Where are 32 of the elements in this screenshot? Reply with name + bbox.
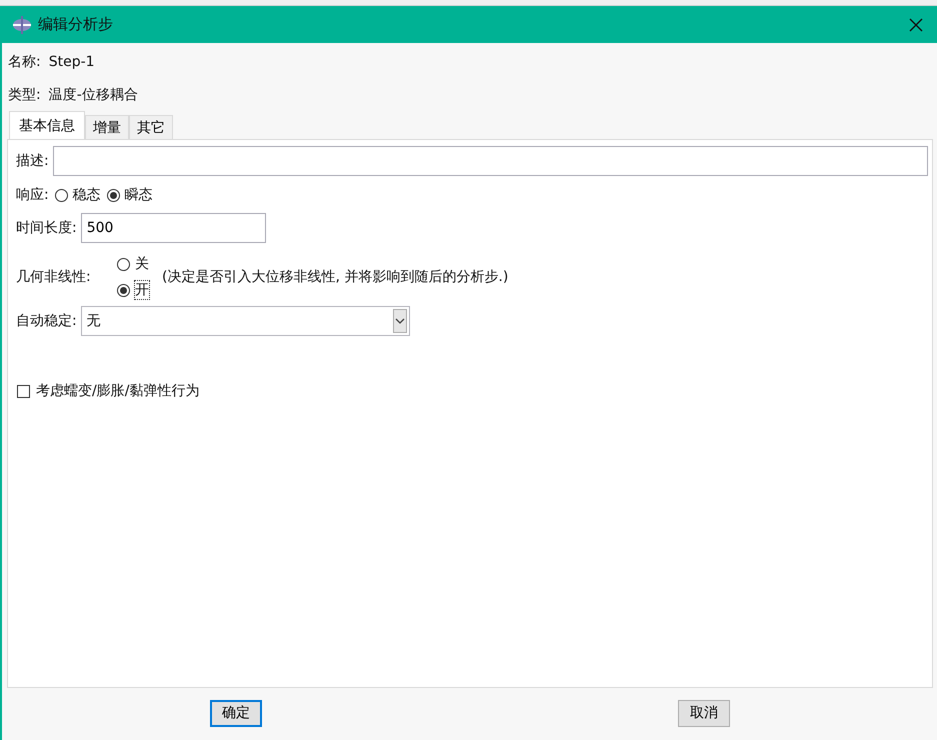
response-label: 响应: xyxy=(16,186,49,204)
dropdown-icon[interactable] xyxy=(392,309,407,333)
radio-label: 瞬态 xyxy=(124,186,153,204)
app-icon xyxy=(12,14,32,34)
radio-button[interactable] xyxy=(54,188,68,202)
close-icon[interactable] xyxy=(909,18,923,32)
tab[interactable]: 基本信息 xyxy=(9,111,85,139)
name-label: 名称: xyxy=(8,52,41,70)
radio-label: 开 xyxy=(135,281,149,299)
stabilization-label: 自动稳定: xyxy=(16,312,77,330)
radio-button[interactable] xyxy=(106,188,120,202)
description-field[interactable] xyxy=(52,146,928,176)
tab[interactable]: 增量 xyxy=(85,115,129,139)
step-type: 温度-位移耦合 xyxy=(48,86,138,104)
step-name: Step-1 xyxy=(48,54,95,70)
radio-label: 关 xyxy=(135,255,149,273)
checkbox[interactable] xyxy=(17,384,30,398)
nlgeom-label: 几何非线性: xyxy=(16,268,92,286)
nlgeom-note: (决定是否引入大位移非线性, 并将影响到随后的分析步.) xyxy=(162,268,508,286)
time-period-label: 时间长度: xyxy=(16,219,77,237)
radio-button[interactable] xyxy=(117,284,130,296)
tab[interactable]: 其它 xyxy=(129,115,173,139)
window-title: 编辑分析步 xyxy=(38,15,114,34)
radio-label: 稳态 xyxy=(72,186,101,204)
cancel-button[interactable]: 取消 xyxy=(678,700,730,726)
type-label: 类型: xyxy=(8,86,41,104)
stabilization-dropdown[interactable]: 无 xyxy=(80,306,410,336)
ok-button[interactable]: 确定 xyxy=(210,700,262,726)
description-label: 描述: xyxy=(16,152,49,170)
checkbox-label: 考虑蠕变/膨胀/黏弹性行为 xyxy=(36,382,200,400)
time-period-field[interactable]: 500 xyxy=(80,213,266,243)
radio-button[interactable] xyxy=(117,258,130,270)
